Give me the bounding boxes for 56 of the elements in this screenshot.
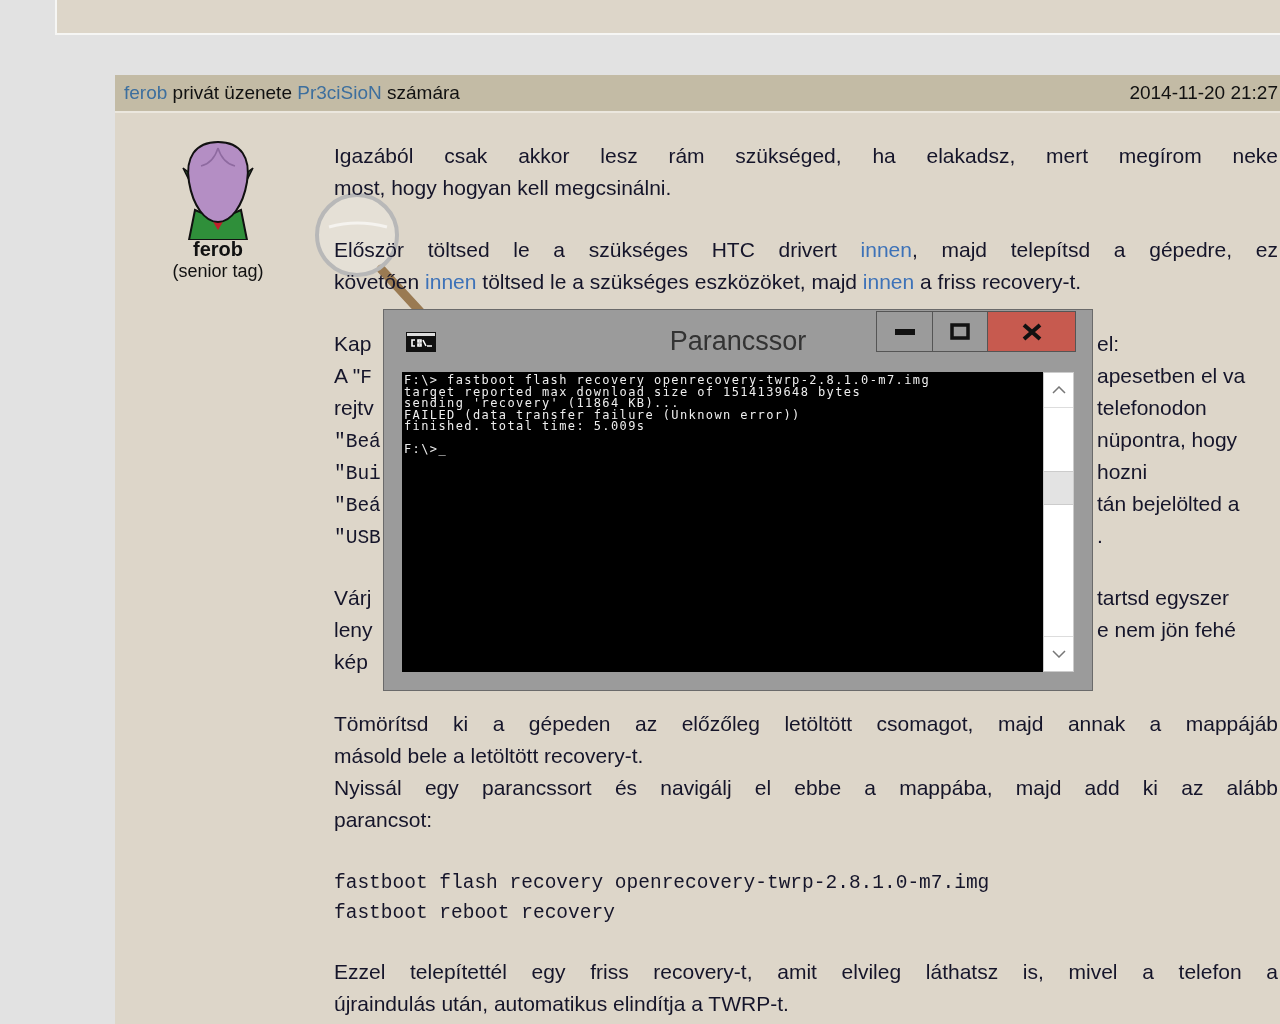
body-text: telefonodon — [1097, 396, 1207, 419]
maximize-icon — [950, 323, 970, 340]
body-text: Nyissál egy parancssort és navigálj el ebbe a mappába, majd add ki az alább — [334, 776, 1278, 799]
scroll-down-icon — [1051, 650, 1066, 658]
header-text: privát üzenete — [171, 82, 293, 104]
body-text: , majd telepítsd a gépedre, ez — [912, 238, 1278, 261]
body-text: a friss recovery-t. — [919, 270, 1082, 293]
code-text: "Beá — [334, 431, 381, 453]
author-rank: (senior tag) — [172, 261, 264, 282]
text-link[interactable]: ferob — [124, 82, 168, 104]
body-text: nüpontra, hogy — [1097, 428, 1238, 451]
body-text: Kap — [334, 332, 372, 355]
body-text: apesetben el va — [1097, 364, 1246, 387]
minimize-icon — [894, 328, 915, 335]
scroll-thumb[interactable] — [1044, 471, 1073, 505]
body-text: másold bele a letöltött recovery-t. — [334, 744, 644, 767]
body-text: tartsd egyszer — [1097, 586, 1229, 609]
close-icon — [1021, 322, 1042, 341]
message-date: 2014-11-20 21:27 — [1129, 82, 1278, 104]
avatar-icon — [179, 140, 257, 240]
body-text: tán bejelölted a — [1097, 492, 1240, 515]
body-text: most, hogy hogyan kell megcsinálni. — [334, 176, 672, 199]
code-text: fastboot reboot recovery — [334, 902, 615, 924]
body-text: . — [1097, 524, 1103, 547]
text-link[interactable]: innen — [425, 270, 477, 293]
body-text: kép — [334, 650, 368, 673]
console-output: F:\> fastboot flash recovery openrecovery-twrp-2.8.1.0-m7.img target reported max download size of 1514139648 bytes sending 'recovery' (11864 KB)... FAILED (data transfer failure (Unknown error)) finished. total time: 5.009s F:\>_ — [402, 372, 1043, 672]
code-text: "USB — [334, 527, 381, 549]
window-title: Parancssor — [669, 326, 807, 356]
scroll-up-icon — [1051, 386, 1066, 394]
close-button[interactable] — [987, 312, 1075, 351]
body-text: rejtv — [334, 396, 374, 419]
code-text: "Beá — [334, 495, 381, 517]
body-text: Igazából csak akkor lesz rám szükséged, ha elakadsz, mert megírom neke — [334, 144, 1278, 167]
body-text: e nem jön fehé — [1097, 618, 1236, 641]
code-text: "Bui — [334, 463, 381, 485]
body-text: Először töltsed le a szükséges HTC drivert — [334, 238, 838, 261]
scrollbar[interactable] — [1043, 372, 1074, 672]
body-text: Tömörítsd ki a gépeden az előzőleg letöltött csomagot, majd annak a mappájáb — [334, 712, 1278, 735]
body-text: hozni — [1097, 460, 1148, 483]
body-text: el: — [1097, 332, 1120, 355]
code-text: fastboot flash recovery openrecovery-twrp-2.8.1.0-m7.img — [334, 872, 990, 894]
body-text: újraindulás után, automatikus elindítja a TWRP-t. — [334, 992, 789, 1015]
body-text: Várj — [334, 586, 372, 609]
body-text: A " — [334, 364, 361, 387]
code-text: F — [360, 367, 372, 389]
text-link[interactable]: innen — [862, 270, 915, 293]
body-text: Ezzel telepítettél egy friss recovery-t, amit elvileg láthatsz is, mivel a telefon a — [334, 960, 1278, 983]
text-link[interactable]: Pr3ciSioN — [297, 82, 382, 104]
console-icon — [406, 332, 436, 352]
text-link[interactable]: innen — [860, 238, 912, 261]
header-text: számára — [386, 82, 460, 104]
body-text: töltsed le a szükséges eszközöket, majd — [481, 270, 858, 293]
body-text: parancsot: — [334, 808, 433, 831]
author-name: ferob — [193, 238, 243, 261]
body-text: leny — [334, 618, 373, 641]
